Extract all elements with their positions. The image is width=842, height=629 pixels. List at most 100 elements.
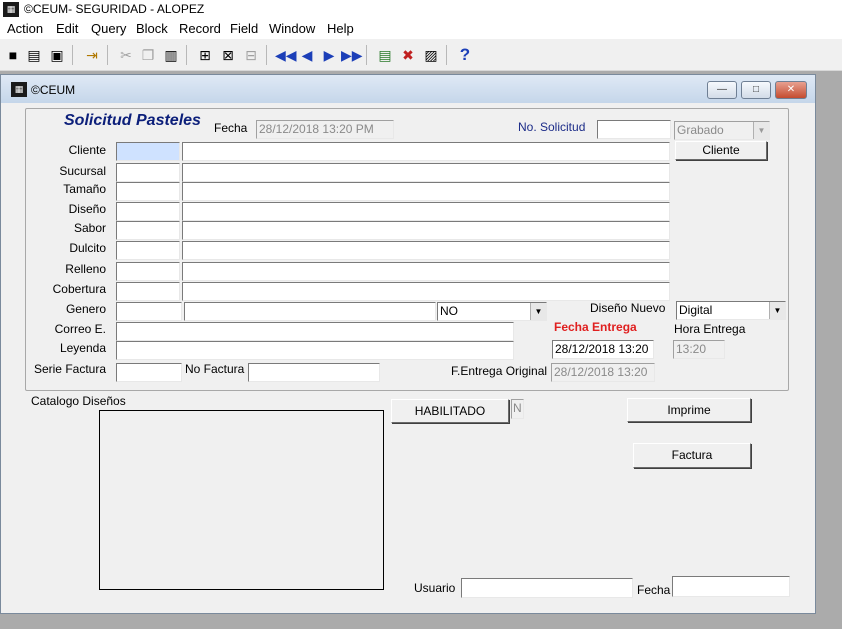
save-icon[interactable]: ■ [3,45,23,65]
cliente-label: Cliente [68,143,106,157]
menu-window[interactable]: Window [269,21,315,37]
imprime-button[interactable]: Imprime [627,398,751,422]
diseno-label: Diseño [68,202,106,216]
sabor-code-field[interactable] [116,221,180,240]
status-select: Grabado ▼ [674,121,770,140]
leyenda-label: Leyenda [59,341,106,355]
next-record-icon[interactable]: ▶ [319,45,339,65]
help-icon[interactable]: ? [455,45,475,65]
previous-record-icon[interactable]: ◀ [297,45,317,65]
leyenda-field[interactable] [116,341,514,360]
usuario-label: Usuario [414,581,456,595]
genero-label: Genero [65,302,106,316]
print-icon[interactable]: ▤ [24,45,44,65]
catalogo-label: Catalogo Diseños [31,394,126,408]
solicitud-panel: Solicitud Pasteles Fecha 28/12/2018 13:2… [25,108,789,391]
form-title: Solicitud Pasteles [64,112,201,129]
genero-desc-field[interactable] [184,302,436,321]
tamano-desc-field[interactable] [182,182,670,201]
dulcito-desc-field[interactable] [182,241,670,260]
habilitado-flag: N [511,399,524,419]
chevron-down-icon[interactable]: ▼ [769,302,785,319]
sucursal-label: Sucursal [59,164,106,178]
cobertura-desc-field[interactable] [182,282,670,301]
fecha-bottom-label: Fecha [637,583,671,597]
relleno-code-field[interactable] [116,262,180,281]
fecha-field: 28/12/2018 13:20 PM [256,120,394,139]
toolbar-separator [366,45,367,65]
exit-icon[interactable]: ⇥ [82,45,102,65]
menu-help[interactable]: Help [327,21,354,37]
toolbar: ■ ▤ ▣ ⇥ ✂ ❐ ▥ ⊞ ⊠ ⊟ ◀◀ ◀ ▶ ▶▶ ▤ ✖ ▨ ? [0,39,842,71]
diseno-nuevo-select[interactable]: Digital ▼ [676,301,786,320]
correo-label: Correo E. [54,322,106,336]
fecha-entrega-field[interactable]: 28/12/2018 13:20 [552,340,654,359]
menu-block[interactable]: Block [136,21,168,37]
execute-query-icon[interactable]: ⊠ [218,45,238,65]
cliente-code-field[interactable] [116,142,180,161]
tamano-code-field[interactable] [116,182,180,201]
genero-select[interactable]: NO ▼ [437,302,547,321]
app-title-bar: ▦ ©CEUM- SEGURIDAD - ALOPEZ [0,0,842,19]
cliente-desc-field[interactable] [182,142,670,161]
sabor-label: Sabor [73,221,106,235]
cobertura-code-field[interactable] [116,282,180,301]
hora-entrega-label: Hora Entrega [674,322,746,336]
cut-icon[interactable]: ✂ [116,45,136,65]
fecha-bottom-field[interactable] [672,576,790,597]
menu-query[interactable]: Query [91,21,126,37]
enter-query-icon[interactable]: ⊞ [195,45,215,65]
lock-record-icon[interactable]: ▨ [421,45,441,65]
menu-action[interactable]: Action [7,21,43,37]
catalogo-image-area [99,410,384,590]
window-title: ©CEUM [31,83,76,97]
app-title: ©CEUM- SEGURIDAD - ALOPEZ [24,2,205,16]
cliente-button[interactable]: Cliente [675,141,767,160]
chevron-down-icon: ▼ [753,122,769,139]
first-record-icon[interactable]: ◀◀ [275,45,297,65]
relleno-desc-field[interactable] [182,262,670,281]
copy-icon[interactable]: ❐ [138,45,158,65]
diseno-nuevo-label: Diseño Nuevo [590,301,666,315]
menu-field[interactable]: Field [230,21,258,37]
toolbar-separator [107,45,108,65]
genero-code-field[interactable] [116,302,182,321]
menu-bar: Action Edit Query Block Record Field Win… [0,19,842,39]
hora-entrega-field: 13:20 [673,340,725,359]
serie-factura-field[interactable] [116,363,182,382]
sucursal-desc-field[interactable] [182,163,670,182]
habilitado-button[interactable]: HABILITADO [391,399,509,423]
toolbar-separator [72,45,73,65]
f-entrega-original-label: F.Entrega Original [451,364,548,378]
no-factura-field[interactable] [248,363,380,382]
diseno-desc-field[interactable] [182,202,670,221]
diseno-nuevo-value: Digital [679,303,713,317]
relleno-label: Relleno [65,262,106,276]
minimize-button[interactable]: — [707,81,737,99]
delete-record-icon[interactable]: ✖ [398,45,418,65]
menu-record[interactable]: Record [179,21,221,37]
fecha-entrega-label: Fecha Entrega [554,320,637,334]
close-button[interactable]: ✕ [775,81,807,99]
no-factura-label: No Factura [185,362,245,376]
dulcito-code-field[interactable] [116,241,180,260]
insert-record-icon[interactable]: ▤ [375,45,395,65]
sabor-desc-field[interactable] [182,221,670,240]
genero-select-value: NO [440,304,458,318]
chevron-down-icon[interactable]: ▼ [530,303,546,320]
paste-icon[interactable]: ▥ [161,45,181,65]
sucursal-code-field[interactable] [116,163,180,182]
no-solicitud-field[interactable] [597,120,671,139]
last-record-icon[interactable]: ▶▶ [341,45,363,65]
status-value: Grabado [677,123,724,137]
correo-field[interactable] [116,322,514,341]
serie-factura-label: Serie Factura [33,362,106,376]
usuario-field[interactable] [461,578,633,598]
cancel-query-icon[interactable]: ⊟ [241,45,261,65]
factura-button[interactable]: Factura [633,443,751,468]
menu-edit[interactable]: Edit [56,21,78,37]
toolbar-separator [446,45,447,65]
diseno-code-field[interactable] [116,202,180,221]
print-setup-icon[interactable]: ▣ [47,45,67,65]
maximize-button[interactable]: □ [741,81,771,99]
